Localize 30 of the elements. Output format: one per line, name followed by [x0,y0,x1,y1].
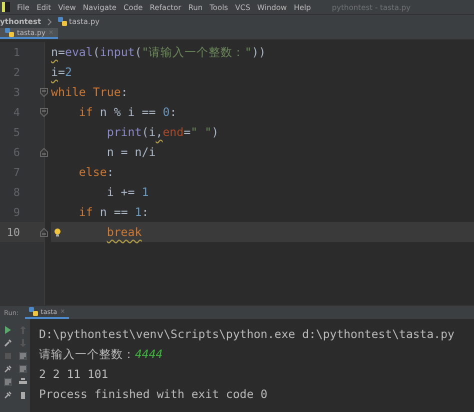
console-line: 2 2 11 101 [39,367,110,383]
wrench-icon[interactable] [4,338,12,346]
pin-icon[interactable] [4,364,12,372]
line-number: 10 [6,226,20,238]
python-file-icon [28,307,38,316]
code-line: i=2 [51,64,73,81]
code-line: else: [78,164,115,181]
lightbulb-icon[interactable] [54,228,61,236]
fold-icon[interactable] [40,148,48,156]
run-icon[interactable] [4,326,12,334]
code-line: n=eval(input("请输入一个整数：")) [51,44,267,61]
chevron-icon [47,18,52,26]
python-file-icon [58,17,68,26]
app-icon [2,2,10,12]
console-line: D:\pythontest\venv\Scripts\python.exe d:\pythontest\tasta.py [39,327,456,343]
console-line: Process finished with exit code 0 [39,387,268,403]
fold-icon[interactable] [40,88,48,96]
print-icon[interactable] [18,378,26,386]
code-line: i += 1 [106,184,150,201]
trash-icon[interactable] [18,390,26,398]
code-line: n = n/i [106,144,157,161]
fold-icon[interactable] [40,228,48,236]
fold-icon[interactable] [40,108,48,116]
python-file-icon [5,28,14,37]
console-line: 请输入一个整数：4444 [39,347,164,363]
code-line: if n % i == 0: [78,104,178,121]
code-line: while True: [51,84,129,101]
pin-icon[interactable] [4,390,12,398]
code-line: if n == 1: [78,204,150,221]
code-line: print(i,end=" ") [106,124,220,141]
